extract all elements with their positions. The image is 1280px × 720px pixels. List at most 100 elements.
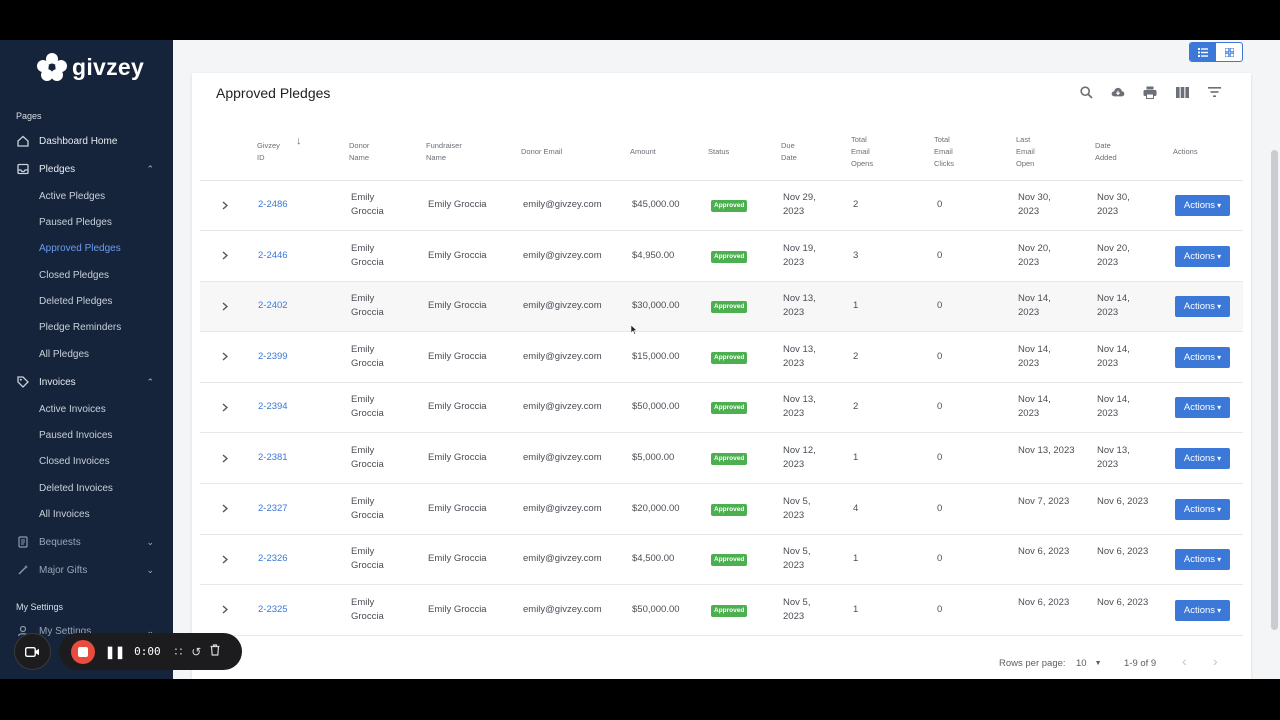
- stop-recording-button[interactable]: [71, 639, 95, 664]
- actions-dropdown-button[interactable]: Actions ▾: [1175, 245, 1230, 267]
- date-added: Nov 20, 2023: [1097, 242, 1130, 270]
- sidebar-item-dashboard[interactable]: Dashboard Home: [16, 131, 162, 151]
- date-added: Nov 14, 2023: [1097, 292, 1130, 320]
- prev-page-icon[interactable]: ‹: [1182, 653, 1187, 669]
- sidebar-item-deleted-invoices[interactable]: Deleted Invoices: [39, 483, 113, 494]
- actions-dropdown-button[interactable]: Actions ▾: [1175, 195, 1230, 216]
- table-row[interactable]: 2-2486 Emily Groccia Emily Groccia emily@giv…: [200, 181, 1243, 231]
- grid-dots-icon[interactable]: ∷: [175, 645, 183, 659]
- donor-name-line: Emily: [351, 495, 375, 507]
- sidebar-item-pledges[interactable]: Pledges ⌃: [16, 159, 162, 179]
- sidebar-item-all-invoices[interactable]: All Invoices: [39, 509, 90, 520]
- sidebar-item-invoices[interactable]: Invoices ⌃: [16, 372, 162, 392]
- columns-icon[interactable]: [1175, 85, 1189, 99]
- sidebar-item-deleted-pledges[interactable]: Deleted Pledges: [39, 296, 112, 307]
- chevron-up-icon[interactable]: ⌃: [146, 164, 154, 175]
- sidebar-item-approved-pledges[interactable]: Approved Pledges: [39, 243, 121, 254]
- column-header[interactable]: Due Date: [781, 140, 797, 164]
- table-row[interactable]: 2-2381 Emily Groccia Emily Groccia emily@giv…: [200, 434, 1243, 484]
- column-header[interactable]: Donor Email: [521, 146, 562, 158]
- column-header[interactable]: Last Email Open: [1016, 134, 1035, 170]
- pledge-id-link[interactable]: 2-2327: [258, 502, 288, 516]
- actions-dropdown-button[interactable]: Actions ▾: [1175, 397, 1230, 419]
- chevron-down-icon[interactable]: ⌄: [146, 537, 154, 548]
- cloud-download-icon[interactable]: [1111, 85, 1125, 99]
- pledge-id-link[interactable]: 2-2446: [258, 249, 288, 263]
- expand-row-chevron-icon[interactable]: [218, 400, 232, 414]
- table-row[interactable]: 2-2399 Emily Groccia Emily Groccia emily@giv…: [200, 333, 1243, 383]
- sidebar-item-paused-pledges[interactable]: Paused Pledges: [39, 217, 112, 228]
- sidebar-item-closed-invoices[interactable]: Closed Invoices: [39, 456, 110, 467]
- pledge-amount: $50,000.00: [632, 603, 680, 615]
- sort-descending-icon[interactable]: ↓: [296, 135, 302, 147]
- sidebar-item-bequests[interactable]: Bequests ⌄: [16, 532, 162, 552]
- rows-per-page-select[interactable]: 10 ▼: [1076, 658, 1102, 669]
- pledge-id-link[interactable]: 2-2326: [258, 552, 288, 566]
- expand-row-chevron-icon[interactable]: [218, 552, 232, 566]
- actions-dropdown-button[interactable]: Actions ▾: [1175, 448, 1230, 469]
- column-header[interactable]: Amount: [630, 146, 656, 158]
- search-icon[interactable]: [1079, 85, 1093, 99]
- actions-dropdown-button[interactable]: Actions ▾: [1175, 549, 1230, 571]
- table-row[interactable]: 2-2394 Emily Groccia Emily Groccia emily@giv…: [200, 383, 1243, 434]
- column-header[interactable]: Donor Name: [349, 140, 369, 164]
- trash-icon[interactable]: [210, 644, 220, 659]
- brand-logo[interactable]: givzey: [36, 52, 144, 82]
- sidebar-item-active-pledges[interactable]: Active Pledges: [39, 191, 105, 202]
- column-header[interactable]: Status: [708, 146, 729, 158]
- table-row[interactable]: 2-2446 Emily Groccia Emily Groccia emily@giv…: [200, 232, 1243, 282]
- sidebar-item-active-invoices[interactable]: Active Invoices: [39, 404, 106, 415]
- column-header[interactable]: Total Email Opens: [851, 134, 873, 170]
- expand-row-chevron-icon[interactable]: [218, 350, 232, 364]
- actions-dropdown-button[interactable]: Actions ▾: [1175, 296, 1230, 318]
- chevron-down-icon[interactable]: ⌄: [146, 565, 154, 576]
- restart-icon[interactable]: ↺: [191, 645, 201, 659]
- pledge-id-link[interactable]: 2-2402: [258, 299, 288, 313]
- actions-label: Actions: [1183, 402, 1216, 414]
- sidebar-item-major-gifts[interactable]: Major Gifts ⌄: [16, 560, 162, 580]
- expand-row-chevron-icon[interactable]: [218, 502, 232, 516]
- actions-dropdown-button[interactable]: Actions ▾: [1175, 498, 1230, 520]
- due-date-line: Nov 13,: [783, 293, 816, 305]
- sidebar-item-closed-pledges[interactable]: Closed Pledges: [39, 270, 109, 281]
- column-header-line: Givzey: [257, 141, 280, 150]
- pledge-id-link[interactable]: 2-2486: [258, 198, 288, 212]
- expand-row-chevron-icon[interactable]: [218, 603, 232, 617]
- sidebar-item-all-pledges[interactable]: All Pledges: [39, 349, 89, 360]
- actions-dropdown-button[interactable]: Actions ▾: [1175, 599, 1230, 621]
- status-badge: Approved: [711, 453, 748, 465]
- expand-row-chevron-icon[interactable]: [218, 451, 232, 465]
- page-scrollbar[interactable]: [1271, 150, 1278, 630]
- expand-row-chevron-icon[interactable]: [218, 299, 232, 313]
- email-clicks: 0: [937, 452, 943, 463]
- column-header[interactable]: Givzey ID: [257, 140, 280, 164]
- pledge-id-link[interactable]: 2-2381: [258, 451, 288, 465]
- next-page-icon[interactable]: ›: [1213, 653, 1218, 669]
- grid-view-button[interactable]: [1216, 43, 1242, 61]
- expand-row-chevron-icon[interactable]: [218, 249, 232, 263]
- sidebar-item-pledge-reminders[interactable]: Pledge Reminders: [39, 322, 121, 333]
- expand-row-chevron-icon[interactable]: [218, 198, 232, 212]
- list-view-button[interactable]: [1190, 43, 1216, 61]
- table-row[interactable]: 2-2327 Emily Groccia Emily Groccia emily@giv…: [200, 485, 1243, 535]
- column-header[interactable]: Total Email Clicks: [934, 134, 954, 170]
- camera-button[interactable]: [14, 633, 51, 670]
- table-row[interactable]: 2-2402 Emily Groccia Emily Groccia emily@giv…: [200, 282, 1243, 333]
- due-date-line: 2023: [783, 459, 805, 470]
- pause-icon[interactable]: ❚❚: [105, 645, 125, 659]
- column-header[interactable]: Fundraiser Name: [426, 140, 462, 164]
- sidebar-item-paused-invoices[interactable]: Paused Invoices: [39, 430, 112, 441]
- chevron-up-icon[interactable]: ⌃: [146, 377, 154, 388]
- pledge-id-link[interactable]: 2-2399: [258, 350, 288, 364]
- column-header-line: Amount: [630, 147, 656, 156]
- table-row[interactable]: 2-2325 Emily Groccia Emily Groccia emily@giv…: [200, 586, 1243, 636]
- pledge-id-link[interactable]: 2-2325: [258, 603, 288, 617]
- actions-dropdown-button[interactable]: Actions ▾: [1175, 346, 1230, 368]
- table-row[interactable]: 2-2326 Emily Groccia Emily Groccia emily@giv…: [200, 535, 1243, 586]
- email-clicks: 0: [937, 603, 943, 615]
- pledge-id-link[interactable]: 2-2394: [258, 400, 288, 414]
- column-header[interactable]: Date Added: [1095, 140, 1117, 164]
- print-icon[interactable]: [1143, 85, 1157, 99]
- filter-icon[interactable]: [1207, 85, 1221, 99]
- column-header[interactable]: Actions: [1173, 146, 1198, 158]
